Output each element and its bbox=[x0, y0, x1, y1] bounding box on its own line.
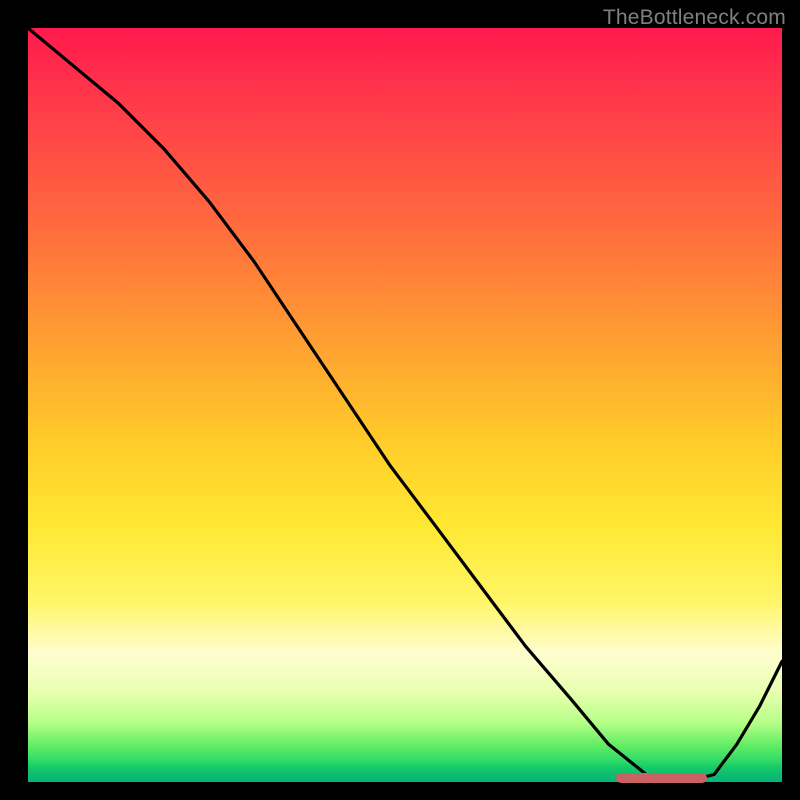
watermark-text: TheBottleneck.com bbox=[603, 6, 786, 30]
chart-container: TheBottleneck.com bbox=[0, 0, 800, 800]
plot-area bbox=[28, 28, 782, 782]
bottleneck-curve bbox=[28, 28, 782, 782]
optimal-range-marker bbox=[616, 773, 706, 783]
